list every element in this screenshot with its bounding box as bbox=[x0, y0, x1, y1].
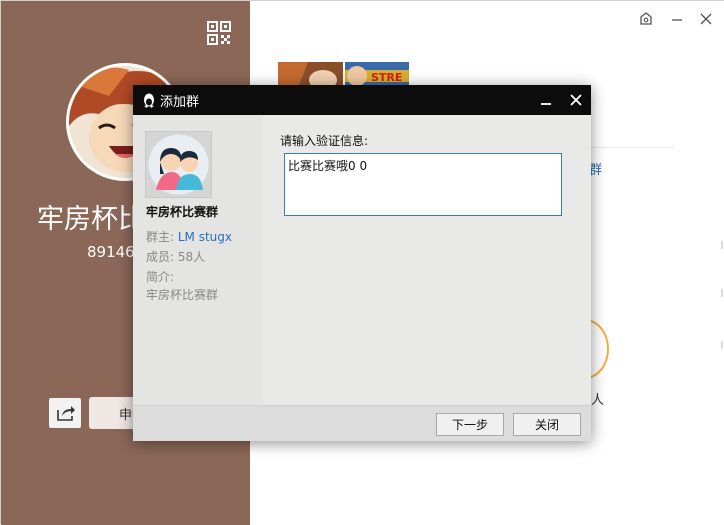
scrollbar-indicator[interactable] bbox=[721, 241, 723, 351]
group-info-panel: 牢房杯比赛群 群主: LM stugx 成员: 58人 简介: 牢房杯比赛群 bbox=[133, 115, 263, 405]
group-avatar bbox=[145, 131, 212, 198]
next-button[interactable]: 下一步 bbox=[436, 413, 504, 436]
members-row: 成员: 58人 bbox=[146, 248, 205, 265]
share-button[interactable] bbox=[49, 398, 81, 428]
members-value: 58人 bbox=[177, 250, 206, 264]
share-icon bbox=[57, 406, 75, 421]
qr-code-icon[interactable] bbox=[207, 21, 231, 45]
skin-icon[interactable] bbox=[638, 11, 654, 27]
verify-message-input[interactable]: 比赛比赛哦0 0 bbox=[284, 153, 562, 216]
intro-value: 牢房杯比赛群 bbox=[146, 288, 219, 302]
owner-row: 群主: LM stugx bbox=[146, 228, 232, 245]
intro-label: 简介: bbox=[146, 270, 175, 284]
owner-link[interactable]: LM stugx bbox=[178, 230, 232, 244]
dialog-title: 添加群 bbox=[160, 95, 200, 110]
group-name: 牢房杯比赛群 bbox=[146, 205, 219, 219]
qq-penguin-icon bbox=[144, 93, 154, 108]
dialog-titlebar[interactable]: 添加群 bbox=[133, 85, 591, 115]
minimize-icon[interactable] bbox=[669, 11, 685, 27]
members-label: 成员: bbox=[146, 250, 175, 264]
minimize-icon[interactable] bbox=[535, 89, 557, 111]
close-icon[interactable] bbox=[698, 11, 714, 27]
profile-group-title: 牢房杯比赛群 bbox=[37, 204, 137, 235]
close-button[interactable]: 关闭 bbox=[513, 413, 581, 436]
right-text-fragment: 人 bbox=[591, 393, 605, 408]
profile-group-id: 891463 bbox=[87, 243, 137, 261]
svg-text:STRE: STRE bbox=[371, 71, 402, 84]
add-group-dialog: 添加群 牢房杯比赛群 群主: LM stugx 成员: 58人 简介: 牢房杯比… bbox=[133, 85, 591, 441]
verify-label: 请输入验证信息: bbox=[280, 134, 369, 148]
owner-label: 群主: bbox=[146, 230, 175, 244]
close-icon[interactable] bbox=[565, 89, 587, 111]
dialog-footer: 下一步 关闭 bbox=[133, 405, 591, 441]
